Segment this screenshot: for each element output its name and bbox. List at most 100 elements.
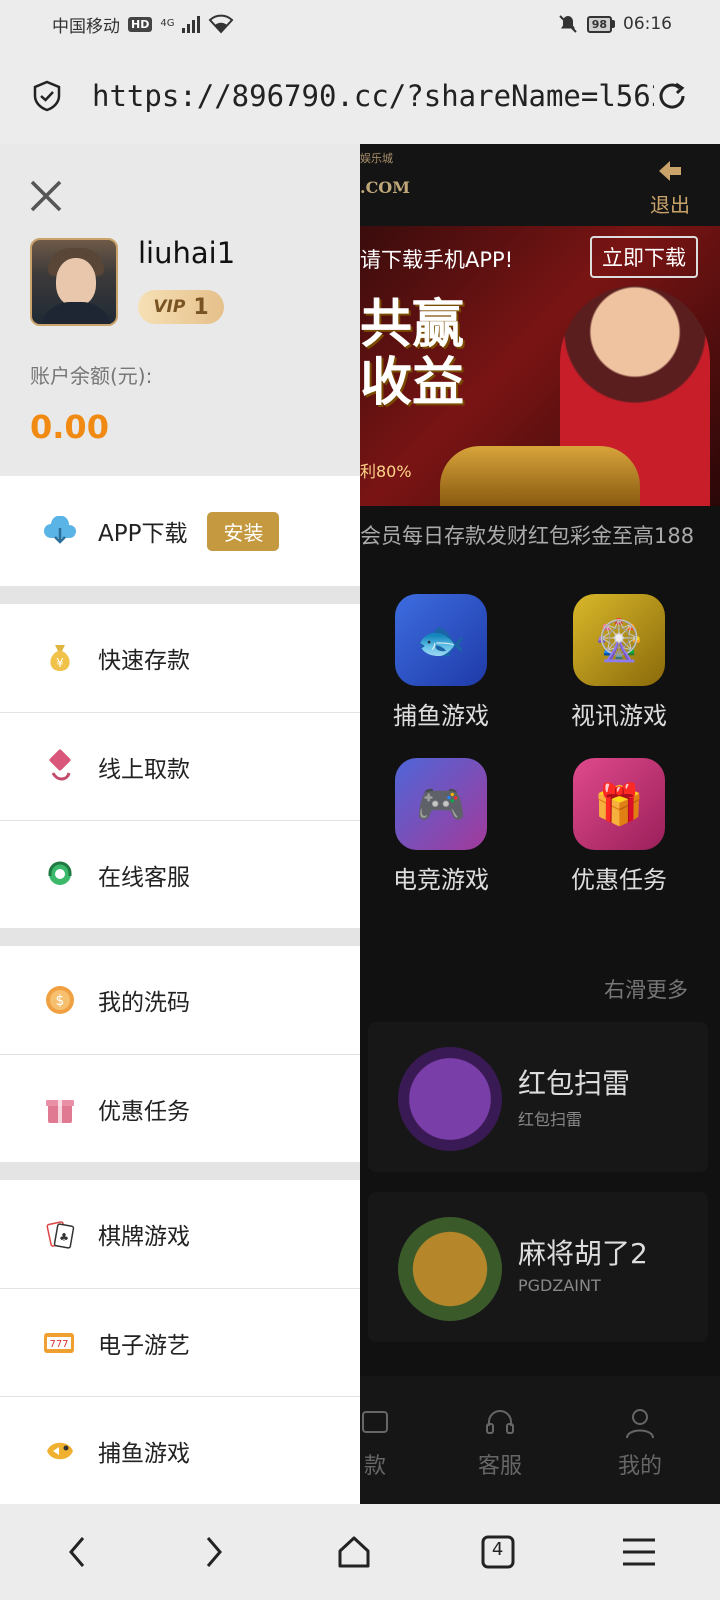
vip-badge: VIP 1 xyxy=(138,290,224,324)
tile-label: 视讯游戏 xyxy=(571,702,667,730)
card-subtitle: PGDZAINT xyxy=(518,1276,601,1295)
bg-header: 娱乐城 .COM 退出 xyxy=(360,144,720,226)
tab-count: 4 xyxy=(491,1539,504,1560)
bg-tab-bar: 款 客服 我的 xyxy=(360,1376,720,1504)
side-drawer: liuhai1 VIP 1 账户余额(元): 0.00 APP下载 安装 ¥ 快… xyxy=(0,144,360,1504)
wifi-icon xyxy=(209,14,234,34)
swipe-more-hint: 右滑更多 xyxy=(604,978,688,1002)
hd-badge: HD xyxy=(128,16,153,32)
banner-percent: 利80% xyxy=(360,462,412,481)
tile-label: 优惠任务 xyxy=(571,866,667,894)
card-title: 红包扫雷 xyxy=(518,1067,631,1100)
menu-item-quick-deposit[interactable]: ¥ 快速存款 xyxy=(0,604,360,712)
tab-label: 款 xyxy=(363,1454,386,1479)
gamepad-icon: 🎮 xyxy=(395,758,487,850)
install-button[interactable]: 安装 xyxy=(207,511,280,551)
profile-header: liuhai1 VIP 1 账户余额(元): 0.00 xyxy=(0,144,360,476)
divider xyxy=(0,928,360,946)
tile-live-video[interactable]: 🎡 视讯游戏 xyxy=(554,594,684,731)
menu-item-label: 电子游艺 xyxy=(98,1332,190,1359)
menu-item-online-support[interactable]: 在线客服 xyxy=(0,820,360,928)
card-subtitle: 红包扫雷 xyxy=(518,1110,583,1129)
carrier-name: 中国移动 xyxy=(52,16,120,37)
balance-label: 账户余额(元): xyxy=(30,364,153,388)
money-bag-icon: ¥ xyxy=(40,638,80,678)
menu-item-label: 快速存款 xyxy=(98,648,190,674)
menu-item-label: 捕鱼游戏 xyxy=(98,1440,190,1467)
tab-label: 我的 xyxy=(617,1454,662,1479)
tab-support[interactable]: 客服 xyxy=(455,1406,545,1480)
menu-item-online-withdraw[interactable]: 线上取款 xyxy=(0,712,360,820)
browser-address-bar: https://896790.cc/?shareName=l5621 xyxy=(0,48,720,144)
tile-esports[interactable]: 🎮 电竞游戏 xyxy=(376,758,506,895)
menu-item-label: 线上取款 xyxy=(98,756,190,783)
menu-item-label: 棋牌游戏 xyxy=(98,1224,190,1250)
forward-button[interactable] xyxy=(198,1532,228,1572)
gift-icon xyxy=(40,1089,80,1129)
back-button[interactable] xyxy=(63,1532,93,1572)
tab-mine[interactable]: 我的 xyxy=(595,1406,685,1480)
tile-promotions[interactable]: 🎁 优惠任务 xyxy=(554,758,684,895)
game-card[interactable]: 麻将胡了2 PGDZAINT xyxy=(368,1192,708,1342)
gift-icon: 🎁 xyxy=(573,758,665,850)
svg-text:777: 777 xyxy=(49,1339,68,1350)
exit-icon xyxy=(659,161,681,181)
promo-banner[interactable]: 请下载手机APP! 立即下载 共赢 收益 利80% xyxy=(360,226,720,506)
menu-button[interactable] xyxy=(621,1536,657,1568)
home-button[interactable] xyxy=(334,1532,374,1572)
avatar[interactable] xyxy=(30,238,118,326)
signal-icon xyxy=(182,15,201,33)
download-prompt: 请下载手机APP! xyxy=(360,248,514,272)
battery-icon: 98 xyxy=(586,15,615,33)
deposit-tab-icon xyxy=(362,1411,388,1433)
chevron-right-icon xyxy=(207,1537,223,1567)
mahjong-game-icon xyxy=(398,1217,502,1321)
card-title: 麻将胡了2 xyxy=(518,1237,648,1270)
menu-item-fishing-games[interactable]: 捕鱼游戏 xyxy=(0,1396,360,1504)
menu-item-label: 在线客服 xyxy=(98,864,190,891)
game-card[interactable]: 红包扫雷 红包扫雷 xyxy=(368,1022,708,1172)
status-bar: 中国移动 HD 4G 98 06:16 xyxy=(0,0,720,48)
cloud-download-icon xyxy=(40,511,80,551)
game-category-grid: 🐟 捕鱼游戏 🎡 视讯游戏 🎮 电竞游戏 🎁 优惠任务 xyxy=(360,566,720,926)
menu-item-promotions[interactable]: 优惠任务 xyxy=(0,1054,360,1162)
security-shield-icon[interactable] xyxy=(30,79,64,113)
app-download-row[interactable]: APP下载 安装 xyxy=(0,476,360,586)
tab-deposit[interactable]: 款 xyxy=(360,1406,420,1480)
background-page: 娱乐城 .COM 退出 请下载手机APP! 立即下载 共赢 收益 利80% 会员每… xyxy=(360,144,720,1504)
tab-label: 客服 xyxy=(477,1454,522,1479)
fish-icon: 🐟 xyxy=(395,594,487,686)
svg-text:¥: ¥ xyxy=(56,656,64,670)
home-icon xyxy=(338,1536,370,1568)
reload-icon[interactable] xyxy=(654,78,690,114)
site-logo: 娱乐城 .COM xyxy=(360,152,410,197)
vip-text: VIP xyxy=(153,297,186,317)
coin-icon: $ xyxy=(40,980,80,1020)
vip-level: 1 xyxy=(193,294,209,320)
app-download-label: APP下载 xyxy=(98,521,188,547)
mute-notification-icon xyxy=(558,15,577,33)
url-field[interactable]: https://896790.cc/?shareName=l5621 xyxy=(92,79,654,113)
support-icon xyxy=(40,855,80,895)
divider xyxy=(0,1162,360,1180)
roulette-icon: 🎡 xyxy=(573,594,665,686)
menu-item-card-games[interactable]: ♣ 棋牌游戏 xyxy=(0,1180,360,1288)
exit-label: 退出 xyxy=(650,193,690,217)
menu-item-electronic-games[interactable]: 777 电子游艺 xyxy=(0,1288,360,1396)
tabs-button[interactable]: 4 xyxy=(480,1534,516,1570)
banner-headline: 共赢 收益 xyxy=(360,295,465,413)
tile-fishing[interactable]: 🐟 捕鱼游戏 xyxy=(376,594,506,731)
slot-icon: 777 xyxy=(40,1323,80,1363)
chevron-left-icon xyxy=(68,1537,84,1567)
network-type: 4G xyxy=(160,18,175,29)
menu-item-label: 我的洗码 xyxy=(98,990,190,1016)
hamburger-icon xyxy=(623,1538,656,1566)
browser-nav-bar: 4 xyxy=(0,1504,720,1600)
menu-item-my-rebate[interactable]: $ 我的洗码 xyxy=(0,946,360,1054)
svg-text:$: $ xyxy=(56,993,65,1009)
divider xyxy=(0,586,360,604)
download-now-button[interactable]: 立即下载 xyxy=(590,236,698,278)
exit-button[interactable]: 退出 xyxy=(650,158,690,218)
marquee-notice[interactable]: 会员每日存款发财红包彩金至高188 xyxy=(360,506,720,566)
close-icon[interactable] xyxy=(28,178,64,214)
